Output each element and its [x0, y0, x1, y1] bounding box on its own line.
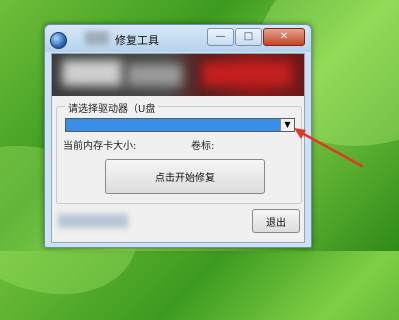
banner-blur-blob	[202, 62, 292, 86]
window-title: 修复工具	[115, 34, 159, 47]
app-globe-icon	[50, 32, 67, 49]
title-bar[interactable]: 修复工具 — □ ✕	[45, 25, 311, 52]
maximize-icon: □	[243, 31, 254, 42]
drive-dropdown[interactable]: ▼	[65, 118, 295, 132]
maximize-button[interactable]: □	[235, 28, 262, 46]
start-repair-button[interactable]: 点击开始修复	[105, 159, 265, 194]
card-size-label: 当前内存卡大小:	[63, 141, 137, 152]
window-controls: — □ ✕	[207, 28, 305, 46]
exit-button[interactable]: 退出	[252, 209, 300, 233]
drive-group-label: 请选择驱动器（U盘	[65, 100, 159, 115]
blurred-status-text	[58, 214, 128, 228]
client-area: 请选择驱动器（U盘 ▼ 当前内存卡大小: 卷标: 点击开始修复 退出	[51, 53, 305, 243]
close-button[interactable]: ✕	[263, 28, 305, 46]
chevron-down-icon[interactable]: ▼	[280, 119, 294, 131]
close-icon: ✕	[279, 31, 289, 42]
minimize-icon: —	[215, 31, 226, 42]
minimize-button[interactable]: —	[207, 28, 234, 46]
banner-blur-blob	[62, 60, 122, 86]
repair-tool-window: 修复工具 — □ ✕ 请选择驱动器（U盘 ▼ 当前内存卡大小: 卷标: 点击开始…	[44, 24, 312, 248]
blurred-title-prefix	[85, 31, 109, 45]
drive-select-group: 请选择驱动器（U盘 ▼ 当前内存卡大小: 卷标: 点击开始修复	[56, 100, 302, 204]
blurred-banner-image	[52, 54, 304, 96]
banner-blur-blob	[127, 64, 182, 86]
volume-label: 卷标:	[191, 141, 215, 152]
